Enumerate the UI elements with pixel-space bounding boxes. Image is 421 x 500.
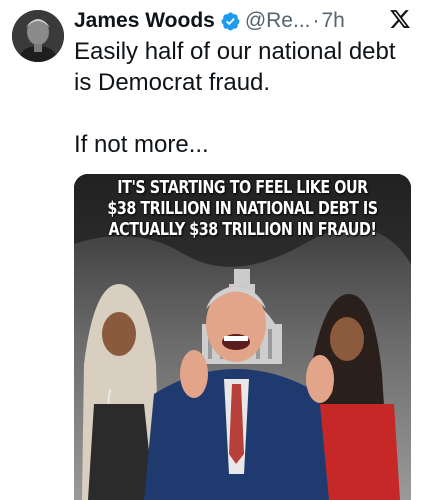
tweet-header: James Woods @Re... · 7h [74,8,411,34]
meme-caption-line: ACTUALLY $38 TRILLION IN FRAUD! [108,220,377,240]
x-logo-icon [390,10,410,28]
author-handle[interactable]: @Re... [245,9,311,33]
avatar[interactable] [12,10,64,62]
separator-dot: · [312,9,320,32]
tweet-text-line: If not more... [74,131,209,158]
tweet-text: Easily half of our national debt is Demo… [74,36,411,160]
meme-caption-line: IT'S STARTING TO FEEL LIKE OUR [117,178,368,198]
author-name[interactable]: James Woods [74,9,215,33]
tweet-text-line: Easily half of our national debt is Demo… [74,38,396,96]
meme-caption: IT'S STARTING TO FEEL LIKE OUR $38 TRILL… [104,178,380,241]
timestamp[interactable]: 7h [322,9,345,33]
verified-badge-icon [221,12,240,30]
tweet-media-image[interactable]: IT'S STARTING TO FEEL LIKE OUR $38 TRILL… [74,174,411,500]
meme-caption-line: $38 TRILLION IN NATIONAL DEBT IS [107,199,378,219]
